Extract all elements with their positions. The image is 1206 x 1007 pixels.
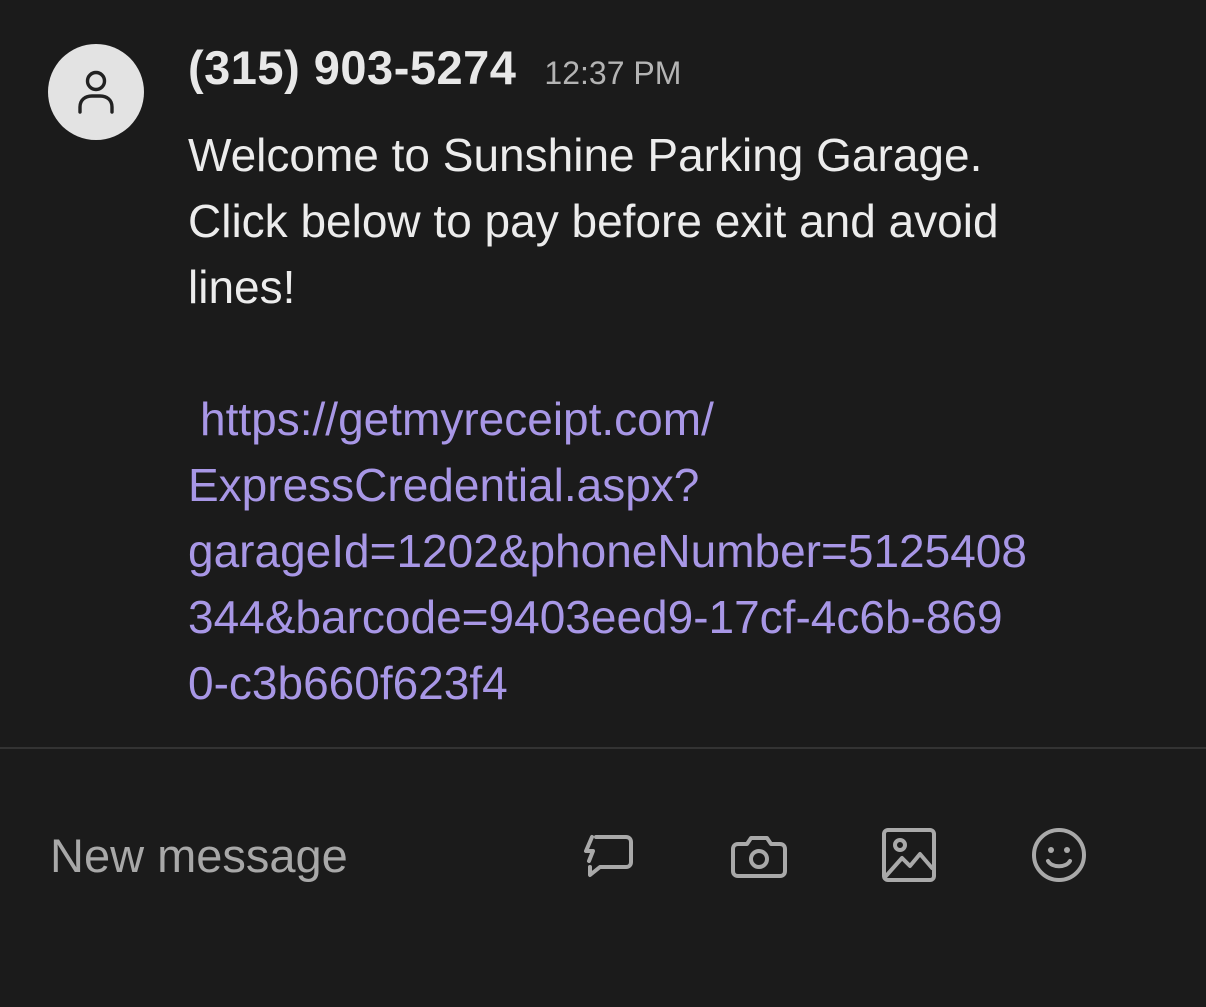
message-header: (315) 903-5274 12:37 PM	[188, 40, 681, 100]
link-line[interactable]: 0-c3b660f623f4	[188, 650, 1178, 716]
quick-reply-button[interactable]	[576, 823, 640, 887]
conversation-screen: (315) 903-5274 12:37 PM Welcome to Sunsh…	[0, 0, 1206, 1007]
message-text-line: Welcome to Sunshine Parking Garage.	[188, 129, 983, 181]
emoji-icon	[1032, 828, 1086, 882]
message-text: Welcome to Sunshine Parking Garage. Clic…	[188, 122, 1178, 320]
camera-icon	[731, 836, 787, 878]
link-line[interactable]: garageId=1202&phoneNumber=5125408	[188, 518, 1178, 584]
message-text-line: lines!	[188, 261, 296, 313]
sender-name[interactable]: (315) 903-5274	[188, 40, 516, 95]
message-composer	[0, 749, 1206, 1007]
message-timestamp: 12:37 PM	[544, 55, 682, 91]
message-link[interactable]: https://getmyreceipt.com/ ExpressCredent…	[188, 386, 1178, 716]
message-text-line: Click below to pay before exit and avoid	[188, 195, 999, 247]
quick-reply-icon	[584, 835, 633, 877]
emoji-button[interactable]	[1027, 823, 1091, 887]
link-line[interactable]: 344&barcode=9403eed9-17cf-4c6b-869	[188, 584, 1178, 650]
new-message-input[interactable]	[50, 825, 530, 885]
person-icon	[78, 70, 114, 114]
image-icon	[882, 828, 936, 882]
camera-button[interactable]	[727, 823, 791, 887]
link-line[interactable]: https://getmyreceipt.com/	[188, 386, 1178, 452]
sender-avatar[interactable]	[48, 44, 144, 140]
link-line[interactable]: ExpressCredential.aspx?	[188, 452, 1178, 518]
gallery-button[interactable]	[877, 823, 941, 887]
message-item: (315) 903-5274 12:37 PM Welcome to Sunsh…	[0, 0, 1206, 748]
